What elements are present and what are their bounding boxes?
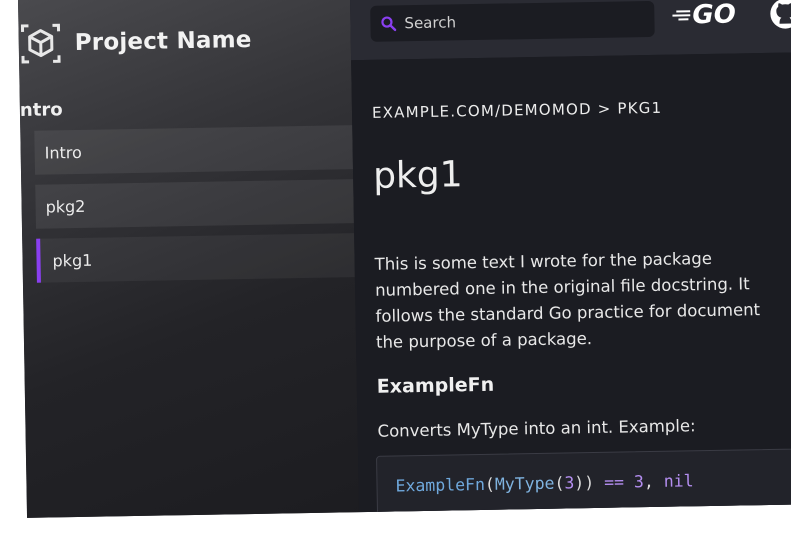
topbar: GO (349, 0, 791, 61)
section-heading: ExampleFn (376, 373, 495, 398)
go-logo-text: GO (692, 0, 737, 31)
code-punct: ( (554, 473, 565, 493)
screenshot-stage: Project Name ntro Intro pkg2 pkg1 Search… (0, 0, 791, 533)
main-content: EXAMPLE.COM/DEMOMOD > PKG1 pkg1 This is … (351, 51, 791, 518)
code-operator: == (603, 472, 625, 492)
code-block: ExampleFn(MyType(3)) == 3, nil (376, 447, 791, 518)
page-title: pkg1 (372, 154, 463, 197)
code-number: 3 (564, 473, 575, 493)
sidebar: Project Name ntro Intro pkg2 pkg1 (18, 0, 360, 518)
sidebar-item-label: pkg2 (45, 196, 86, 217)
code-function: ExampleFn (395, 474, 486, 496)
code-punct: , (643, 471, 654, 492)
breadcrumb[interactable]: EXAMPLE.COM/DEMOMOD > PKG1 (372, 99, 663, 122)
code-type: MyType (494, 473, 555, 494)
code-punct: )) (574, 473, 595, 493)
sidebar-item-pkg2[interactable]: pkg2 (35, 179, 354, 229)
sidebar-nav: Intro pkg2 pkg1 (34, 125, 355, 293)
go-speed-lines-icon (672, 10, 691, 21)
code-line: ExampleFn(MyType(3)) == 3, nil (395, 471, 693, 495)
search-icon (381, 16, 397, 32)
function-description: Converts MyType into an int. Example: (377, 416, 696, 441)
sidebar-item-pkg1[interactable]: pkg1 (36, 233, 355, 283)
sidebar-item-intro[interactable]: Intro (34, 125, 354, 175)
sidebar-item-label: pkg1 (52, 250, 93, 270)
sidebar-section-title: ntro (19, 99, 63, 121)
search-box[interactable] (370, 0, 655, 42)
code-keyword: nil (663, 471, 694, 491)
package-description: This is some text I wrote for the packag… (374, 244, 791, 356)
github-icon[interactable] (768, 0, 791, 31)
active-indicator (36, 238, 41, 283)
sidebar-item-label: Intro (44, 142, 82, 163)
brand[interactable]: Project Name (18, 18, 252, 66)
search-input[interactable] (402, 9, 647, 34)
go-logo[interactable]: GO (672, 0, 736, 31)
cube-icon (18, 21, 63, 66)
app-window: Project Name ntro Intro pkg2 pkg1 Search… (18, 0, 791, 518)
project-name: Project Name (74, 26, 252, 57)
